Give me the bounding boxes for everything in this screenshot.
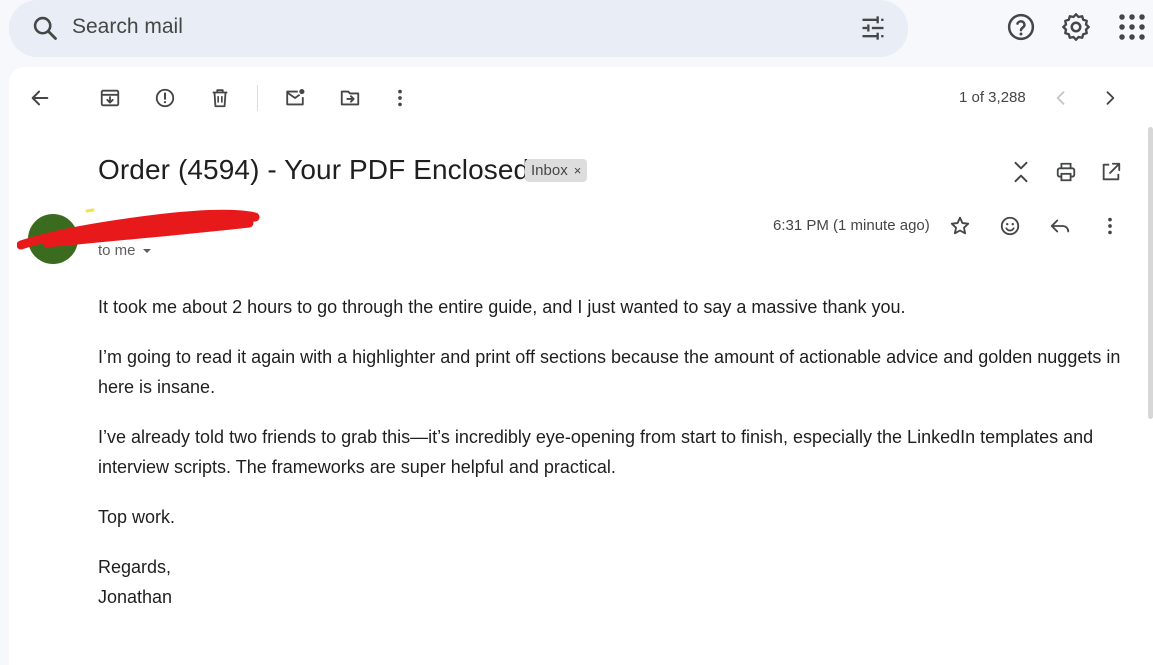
message-timestamp: 6:31 PM (1 minute ago) bbox=[773, 217, 930, 234]
apps-icon[interactable] bbox=[1117, 12, 1147, 42]
older-button[interactable] bbox=[1097, 85, 1123, 111]
print-icon bbox=[1056, 162, 1076, 182]
archive-button[interactable] bbox=[97, 85, 123, 111]
inbox-label[interactable]: Inbox × bbox=[525, 159, 588, 182]
mark-unread-button[interactable] bbox=[282, 85, 308, 111]
collapse-all-button[interactable] bbox=[1008, 159, 1034, 185]
next-chevron-icon bbox=[1106, 91, 1115, 105]
search-input[interactable]: Search mail bbox=[72, 15, 183, 39]
toolbar-divider bbox=[257, 85, 258, 111]
scrollbar[interactable] bbox=[1148, 127, 1153, 419]
mark-unread-icon bbox=[286, 89, 305, 106]
body-paragraph: Top work. bbox=[98, 507, 176, 527]
caret-down-icon bbox=[142, 248, 151, 253]
search-icon[interactable] bbox=[31, 14, 59, 42]
report-spam-button[interactable] bbox=[152, 85, 178, 111]
help-icon[interactable] bbox=[1006, 12, 1036, 42]
reply-button[interactable] bbox=[1047, 213, 1073, 239]
move-to-icon bbox=[340, 90, 360, 106]
open-new-window-button[interactable] bbox=[1098, 159, 1124, 185]
body-paragraph: I’ve already told two friends to grab th… bbox=[98, 427, 1094, 477]
report-spam-icon bbox=[155, 88, 175, 108]
star-button[interactable] bbox=[947, 213, 973, 239]
delete-button[interactable] bbox=[207, 85, 233, 111]
top-bar: Search mail bbox=[0, 0, 1153, 66]
open-new-window-icon bbox=[1102, 162, 1121, 181]
signature-name: Jonathan bbox=[98, 587, 173, 607]
more-vert-icon bbox=[398, 89, 402, 107]
emoji-reaction-button[interactable] bbox=[997, 213, 1023, 239]
message-panel: 1 of 3,288 Order (4594) - Your PDF Enclo… bbox=[9, 67, 1153, 665]
recipient-details[interactable]: to me bbox=[98, 242, 152, 259]
recipient-label: to me bbox=[98, 242, 136, 259]
print-button[interactable] bbox=[1053, 159, 1079, 185]
label-text: Inbox bbox=[531, 162, 568, 179]
tune-icon[interactable] bbox=[859, 14, 887, 42]
back-arrow-icon bbox=[31, 90, 49, 106]
email-subject: Order (4594) - Your PDF Enclosed bbox=[98, 154, 530, 185]
body-paragraph: I’m going to read it again with a highli… bbox=[98, 347, 1121, 397]
star-icon bbox=[950, 216, 970, 235]
delete-icon bbox=[212, 89, 228, 108]
prev-chevron-icon bbox=[1056, 91, 1065, 105]
body-paragraph: It took me about 2 hours to go through t… bbox=[98, 297, 906, 317]
collapse-all-icon bbox=[1014, 161, 1028, 183]
back-button[interactable] bbox=[27, 85, 53, 111]
body-paragraph: Regards, bbox=[98, 557, 172, 577]
remove-label-button[interactable]: × bbox=[574, 163, 582, 178]
newer-button[interactable] bbox=[1048, 85, 1074, 111]
settings-icon[interactable] bbox=[1061, 12, 1091, 42]
search-bar[interactable]: Search mail bbox=[9, 0, 908, 57]
message-counter: 1 of 3,288 bbox=[959, 89, 1026, 106]
reply-icon bbox=[1050, 219, 1070, 233]
message-more-button[interactable] bbox=[1097, 213, 1123, 239]
more-button[interactable] bbox=[387, 85, 413, 111]
archive-icon bbox=[100, 89, 120, 107]
email-body: It took me about 2 hours to go through t… bbox=[98, 292, 1138, 632]
move-to-button[interactable] bbox=[337, 85, 363, 111]
more-vert-icon bbox=[1108, 217, 1112, 235]
emoji-icon bbox=[1000, 216, 1020, 236]
